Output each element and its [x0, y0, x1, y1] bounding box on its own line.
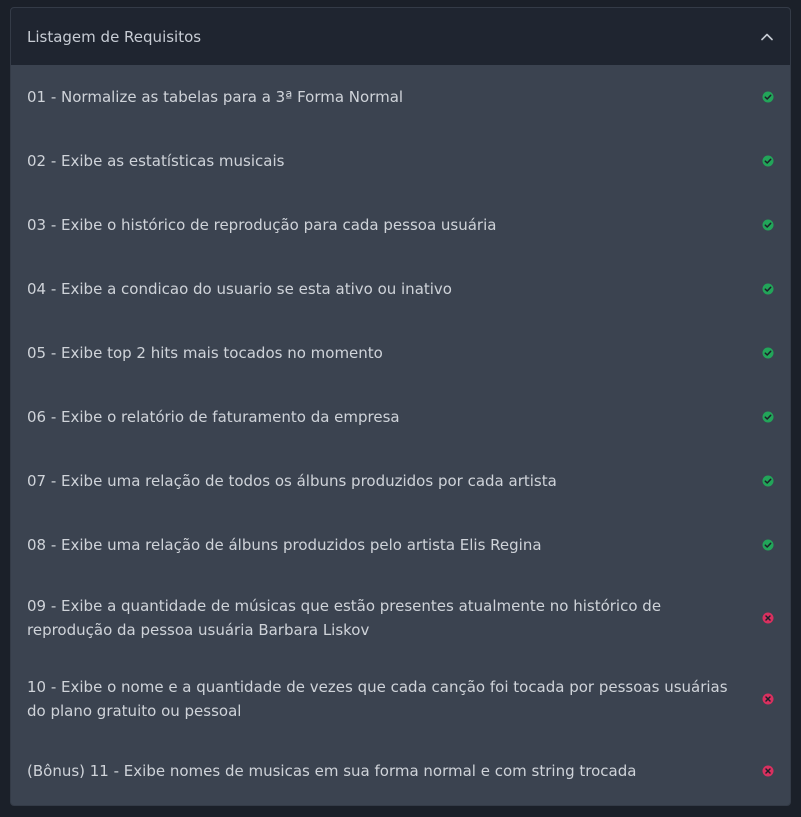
check-circle-icon — [762, 539, 774, 551]
requirement-label: 06 - Exibe o relatório de faturamento da… — [27, 408, 400, 426]
requirement-label: 05 - Exibe top 2 hits mais tocados no mo… — [27, 344, 383, 362]
requirement-item: 07 - Exibe uma relação de todos os álbun… — [11, 449, 790, 513]
requirement-item: 01 - Normalize as tabelas para a 3ª Form… — [11, 65, 790, 129]
check-circle-icon — [762, 411, 774, 423]
check-circle-icon — [762, 91, 774, 103]
x-circle-icon — [762, 612, 774, 624]
requirement-item: 04 - Exibe a condicao do usuario se esta… — [11, 257, 790, 321]
check-circle-icon — [762, 219, 774, 231]
requirement-label: (Bônus) 11 - Exibe nomes de musicas em s… — [27, 762, 637, 780]
requirement-label: 08 - Exibe uma relação de álbuns produzi… — [27, 536, 542, 554]
requirements-list: 01 - Normalize as tabelas para a 3ª Form… — [11, 65, 790, 803]
requirement-item: 09 - Exibe a quantidade de músicas que e… — [11, 577, 790, 658]
requirement-item: 10 - Exibe o nome e a quantidade de veze… — [11, 658, 790, 739]
requirement-label: 03 - Exibe o histórico de reprodução par… — [27, 216, 497, 234]
panel-title: Listagem de Requisitos — [27, 27, 202, 46]
check-circle-icon — [762, 475, 774, 487]
requirement-label: 04 - Exibe a condicao do usuario se esta… — [27, 280, 452, 298]
requirement-item: 03 - Exibe o histórico de reprodução par… — [11, 193, 790, 257]
requirement-label: 07 - Exibe uma relação de todos os álbun… — [27, 472, 557, 490]
requirement-label: 02 - Exibe as estatísticas musicais — [27, 152, 285, 170]
check-circle-icon — [762, 155, 774, 167]
requirement-item: 05 - Exibe top 2 hits mais tocados no mo… — [11, 321, 790, 385]
requirement-item: 08 - Exibe uma relação de álbuns produzi… — [11, 513, 790, 577]
requirement-label: 01 - Normalize as tabelas para a 3ª Form… — [27, 88, 404, 106]
check-circle-icon — [762, 283, 774, 295]
requirement-item: (Bônus) 11 - Exibe nomes de musicas em s… — [11, 739, 790, 803]
requirement-label: 10 - Exibe o nome e a quantidade de veze… — [27, 677, 728, 720]
requirement-item: 02 - Exibe as estatísticas musicais — [11, 129, 790, 193]
x-circle-icon — [762, 693, 774, 705]
requirement-item: 06 - Exibe o relatório de faturamento da… — [11, 385, 790, 449]
chevron-up-icon[interactable] — [760, 30, 774, 44]
requirement-label: 09 - Exibe a quantidade de músicas que e… — [27, 596, 662, 639]
requirements-panel: Listagem de Requisitos 01 - Normalize as… — [10, 7, 791, 806]
panel-header[interactable]: Listagem de Requisitos — [11, 8, 790, 65]
check-circle-icon — [762, 347, 774, 359]
x-circle-icon — [762, 765, 774, 777]
